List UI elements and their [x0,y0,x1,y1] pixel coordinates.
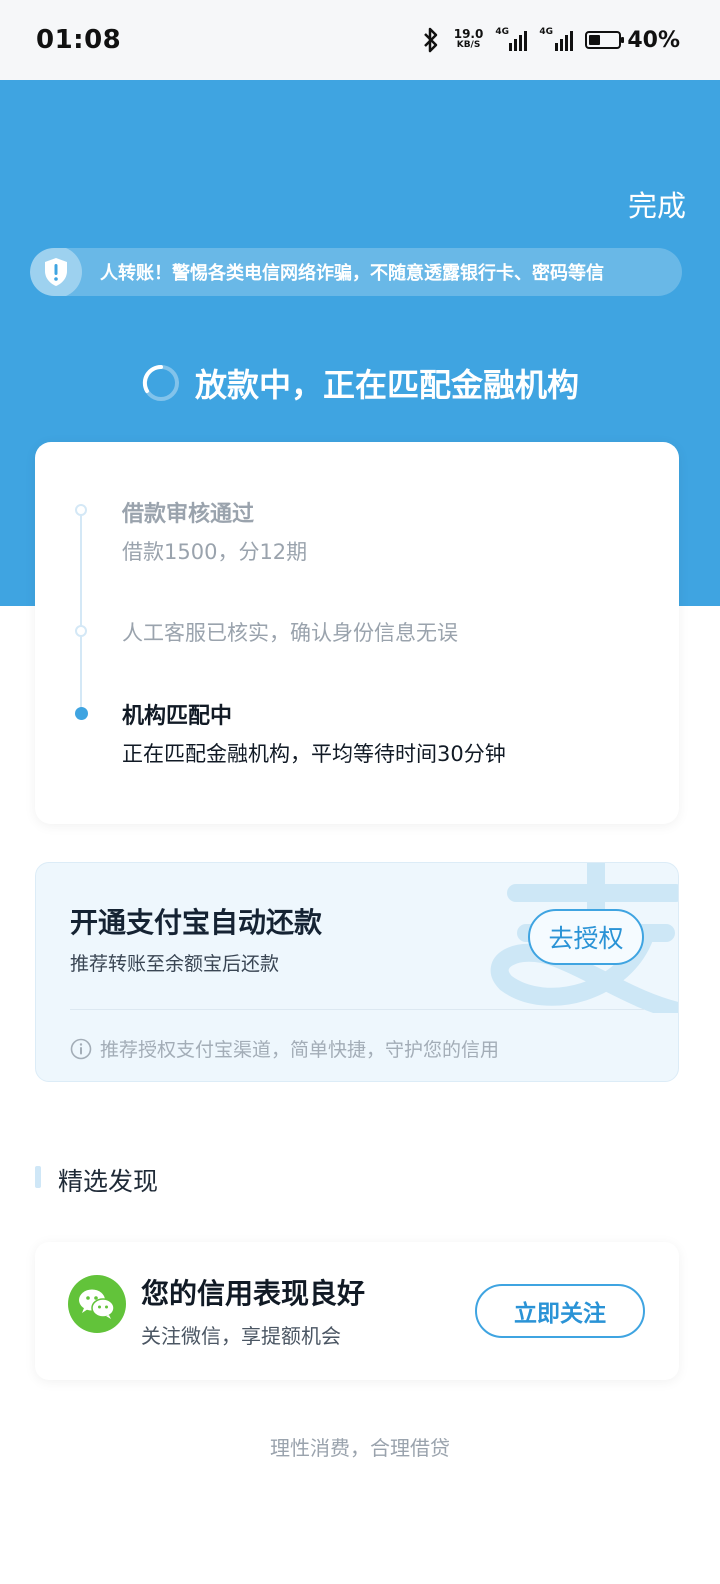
step-desc: 借款1500，分12期 [122,540,308,564]
fraud-notice-banner: 人转账！警惕各类电信网络诈骗，不随意透露银行卡、密码等信 [30,248,682,296]
authorize-button[interactable]: 去授权 [528,909,644,965]
step-desc: 人工客服已核实，确认身份信息无误 [122,621,458,645]
loading-spinner-icon [142,364,179,401]
timeline-dot [75,625,87,637]
alipay-autopay-card: 开通支付宝自动还款 推荐转账至余额宝后还款 去授权 推荐授权支付宝渠道，简单快捷… [35,862,679,1082]
status-bar: 01:08 19.0 KB/S 4G 4G 40% [0,0,720,80]
step-title: 机构匹配中 [122,704,233,729]
bluetooth-icon [423,27,437,53]
wechat-follow-card: 您的信用表现良好 关注微信，享提额机会 立即关注 [35,1242,679,1380]
clock: 01:08 [36,25,122,55]
alipay-title: 开通支付宝自动还款 [70,906,323,939]
status-icons: 19.0 KB/S 4G 4G 40% [420,27,680,53]
step-desc: 正在匹配金融机构，平均等待时间30分钟 [122,742,506,766]
status-title: 放款中，正在匹配金融机构 [194,366,579,404]
section-accent-bar [35,1166,41,1188]
alipay-subtitle: 推荐转账至余额宝后还款 [70,953,280,975]
shield-icon [30,248,82,296]
network-speed: 19.0 KB/S [453,27,484,50]
follow-button[interactable]: 立即关注 [475,1284,645,1338]
step-title: 借款审核通过 [122,502,255,527]
loan-status-heading: 放款中，正在匹配金融机构 [0,360,720,406]
progress-card: 借款审核通过 借款1500，分12期 人工客服已核实，确认身份信息无误 机构匹配… [35,442,679,824]
wechat-icon [68,1275,126,1333]
timeline-line [80,510,82,715]
divider [70,1009,644,1010]
signal-icon: 4G [495,27,528,51]
wechat-card-subtitle: 关注微信，享提额机会 [141,1324,341,1348]
footer-slogan: 理性消费，合理借贷 [270,1436,450,1460]
battery-indicator: 40% [585,28,680,53]
notice-text: 人转账！警惕各类电信网络诈骗，不随意透露银行卡、密码等信 [100,263,604,284]
battery-icon [585,31,625,49]
signal-icon: 4G [539,27,574,51]
timeline-dot-active [75,707,88,720]
done-button[interactable]: 完成 [628,183,686,225]
info-icon [70,1038,92,1059]
alipay-tip: 推荐授权支付宝渠道，简单快捷，守护您的信用 [70,1035,499,1062]
section-title: 精选发现 [58,1167,159,1196]
timeline-dot [75,504,87,516]
wechat-card-title: 您的信用表现良好 [141,1277,366,1310]
